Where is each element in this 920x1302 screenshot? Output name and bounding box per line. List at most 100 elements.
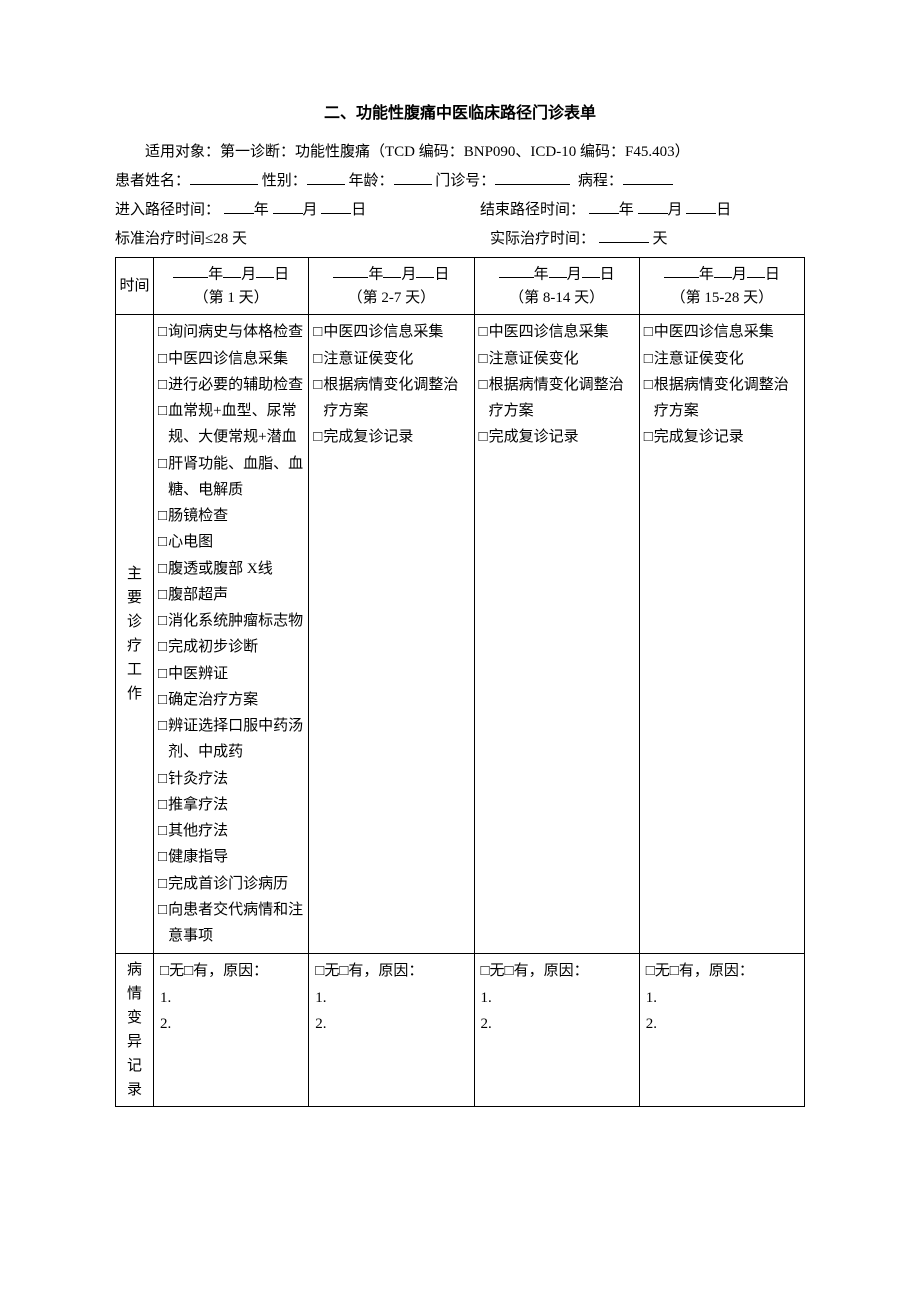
checklist-item[interactable]: □腹部超声 [158,582,304,608]
checkbox-icon[interactable]: □ [158,503,167,529]
checkbox-icon[interactable]: □ [644,319,653,345]
patient-sex-blank[interactable] [307,168,345,185]
checklist-item[interactable]: □中医四诊信息采集 [158,346,304,372]
checklist-item[interactable]: □向患者交代病情和注意事项 [158,897,304,950]
checklist-item-text: 进行必要的辅助检查 [168,372,304,398]
checkbox-icon[interactable]: □ [158,713,167,739]
checkbox-icon[interactable]: □ [158,398,167,424]
checklist-item-text: 消化系统肿瘤标志物 [168,608,304,634]
checklist-item[interactable]: □完成复诊记录 [479,424,635,450]
checkbox-icon[interactable]: □ [158,451,167,477]
checklist-item[interactable]: □消化系统肿瘤标志物 [158,608,304,634]
checklist-item[interactable]: □根据病情变化调整治疗方案 [479,372,635,425]
checklist-item[interactable]: □根据病情变化调整治疗方案 [644,372,800,425]
checklist-item[interactable]: □注意证侯变化 [479,346,635,372]
checkbox-icon[interactable]: □ [644,372,653,398]
checkbox-icon[interactable]: □ [158,661,167,687]
checkbox-icon[interactable]: □ [158,634,167,660]
end-year-blank[interactable] [589,197,619,214]
variation-checkbox-line[interactable]: □无□有，原因： [160,958,302,984]
checkbox-icon[interactable]: □ [158,529,167,555]
checkbox-icon[interactable]: □ [158,608,167,634]
variation-checkbox-line[interactable]: □无□有，原因： [481,958,633,984]
enter-year-blank[interactable] [224,197,254,214]
enter-month-blank[interactable] [273,197,303,214]
checklist-item[interactable]: □腹透或腹部 X线 [158,556,304,582]
checkbox-icon[interactable]: □ [158,346,167,372]
checklist-item[interactable]: □确定治疗方案 [158,687,304,713]
enter-day-blank[interactable] [321,197,351,214]
checkbox-icon[interactable]: □ [313,346,322,372]
checklist-item-text: 肠镜检查 [168,503,304,529]
checklist-item[interactable]: □心电图 [158,529,304,555]
std-time-label: 标准治疗时间≤28 天 [115,226,430,253]
checklist-item[interactable]: □完成复诊记录 [313,424,469,450]
patient-name-blank[interactable] [190,168,258,185]
checklist-item-text: 根据病情变化调整治疗方案 [489,372,635,425]
checklist-item[interactable]: □辨证选择口服中药汤剂、中成药 [158,713,304,766]
checklist-item[interactable]: □血常规+血型、尿常规、大便常规+潜血 [158,398,304,451]
visit-no-blank[interactable] [495,168,570,185]
checklist-item[interactable]: □根据病情变化调整治疗方案 [313,372,469,425]
checkbox-icon[interactable]: □ [313,372,322,398]
checkbox-icon[interactable]: □ [644,424,653,450]
checkbox-icon[interactable]: □ [158,871,167,897]
end-month-blank[interactable] [638,197,668,214]
course-label: 病程： [578,173,623,189]
col1-header: 年月日 （第 1 天） [154,257,309,315]
end-path-label: 结束路径时间： [480,202,585,218]
checklist-item[interactable]: □健康指导 [158,844,304,870]
checkbox-icon[interactable]: □ [158,556,167,582]
checklist-item[interactable]: □完成初步诊断 [158,634,304,660]
checklist-item[interactable]: □注意证侯变化 [313,346,469,372]
checkbox-icon[interactable]: □ [158,687,167,713]
checkbox-icon[interactable]: □ [158,844,167,870]
checklist-item[interactable]: □推拿疗法 [158,792,304,818]
checkbox-icon[interactable]: □ [158,897,167,923]
checklist-item[interactable]: □中医四诊信息采集 [644,319,800,345]
checkbox-icon[interactable]: □ [158,766,167,792]
checklist-item[interactable]: □中医四诊信息采集 [313,319,469,345]
applies-to-line: 适用对象：第一诊断：功能性腹痛（TCD 编码：BNP090、ICD-10 编码：… [115,139,805,166]
col2-header: 年月日 （第 2-7 天） [309,257,474,315]
checklist-item[interactable]: □完成首诊门诊病历 [158,871,304,897]
checklist-item[interactable]: □完成复诊记录 [644,424,800,450]
checkbox-icon[interactable]: □ [479,346,488,372]
page-title: 二、功能性腹痛中医临床路径门诊表单 [115,100,805,129]
checklist-item-text: 中医四诊信息采集 [168,346,304,372]
variation-checkbox-line[interactable]: □无□有，原因： [646,958,798,984]
checklist-item-text: 血常规+血型、尿常规、大便常规+潜血 [168,398,304,451]
checkbox-icon[interactable]: □ [644,346,653,372]
checklist-item[interactable]: □注意证侯变化 [644,346,800,372]
checklist-item[interactable]: □询问病史与体格检查 [158,319,304,345]
checklist-item[interactable]: □肝肾功能、血脂、血糖、电解质 [158,451,304,504]
actual-time-blank[interactable] [599,226,649,243]
variation-checkbox-line[interactable]: □无□有，原因： [315,958,467,984]
checkbox-icon[interactable]: □ [479,424,488,450]
checkbox-icon[interactable]: □ [158,319,167,345]
checkbox-icon[interactable]: □ [158,792,167,818]
col3-header: 年月日 （第 8-14 天） [474,257,639,315]
checklist-item-text: 完成复诊记录 [654,424,800,450]
patient-age-blank[interactable] [394,168,432,185]
work-col1: □询问病史与体格检查□中医四诊信息采集□进行必要的辅助检查□血常规+血型、尿常规… [154,315,309,954]
checklist-item[interactable]: □中医四诊信息采集 [479,319,635,345]
checkbox-icon[interactable]: □ [313,424,322,450]
checklist-item-text: 完成复诊记录 [489,424,635,450]
checkbox-icon[interactable]: □ [479,319,488,345]
patient-name-label: 患者姓名： [115,173,190,189]
checkbox-icon[interactable]: □ [158,818,167,844]
enter-path-label: 进入路径时间： [115,202,220,218]
patient-sex-label: 性别： [262,173,307,189]
checklist-item[interactable]: □进行必要的辅助检查 [158,372,304,398]
checklist-item[interactable]: □其他疗法 [158,818,304,844]
checkbox-icon[interactable]: □ [479,372,488,398]
checkbox-icon[interactable]: □ [158,372,167,398]
end-day-blank[interactable] [686,197,716,214]
checkbox-icon[interactable]: □ [158,582,167,608]
checklist-item[interactable]: □肠镜检查 [158,503,304,529]
checklist-item[interactable]: □针灸疗法 [158,766,304,792]
course-blank[interactable] [623,168,673,185]
checklist-item[interactable]: □中医辨证 [158,661,304,687]
checkbox-icon[interactable]: □ [313,319,322,345]
